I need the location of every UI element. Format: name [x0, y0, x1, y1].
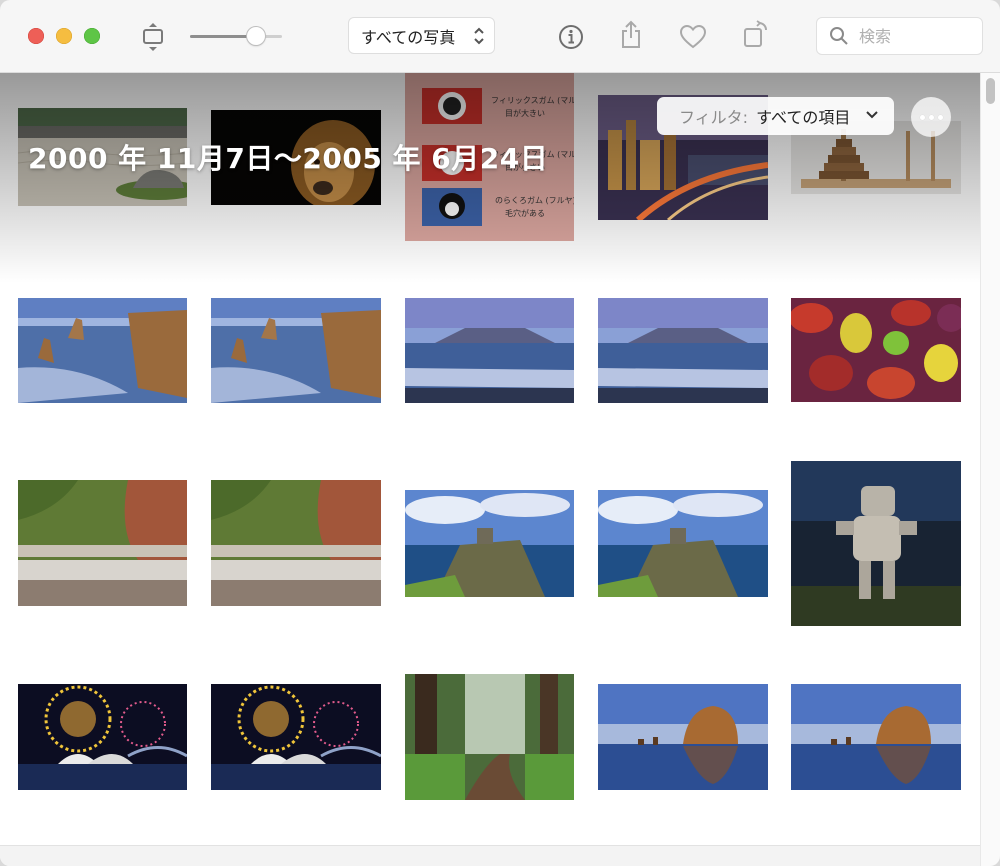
bottom-edge [0, 845, 980, 866]
minimize-window-button[interactable] [56, 28, 72, 44]
more-options-button[interactable] [911, 97, 951, 137]
photo-thumbnail[interactable] [791, 298, 961, 402]
table-mountain-image [598, 298, 768, 403]
view-selector-label: すべての写真 [361, 27, 456, 47]
date-range-title: 2000 年 11月7日〜2005 年 6月24日 [28, 142, 549, 175]
more-dot [937, 114, 943, 120]
photo-thumbnail[interactable] [405, 298, 574, 403]
photo-thumbnail[interactable] [211, 684, 381, 790]
autumn-leaves-image [791, 298, 961, 402]
close-window-button[interactable] [28, 28, 44, 44]
label-text: 目が大きい [505, 108, 545, 118]
forest-path-image [405, 674, 574, 800]
waterfall-canyon-image [18, 480, 187, 606]
rotate-icon[interactable] [742, 20, 770, 50]
label-text: 毛穴がある [505, 208, 545, 218]
photo-thumbnail[interactable] [791, 684, 961, 790]
more-dot [928, 114, 934, 120]
share-icon[interactable] [618, 20, 644, 50]
label-text: のらくろガム (フルヤ) [495, 195, 574, 205]
table-mountain-image [405, 298, 574, 403]
fireworks-opera-house-image [18, 684, 187, 790]
toolbar: すべての写真 [0, 0, 1000, 73]
haystack-rock-image [791, 684, 961, 790]
label-text: フィリックスガム (マルカワ) [491, 95, 574, 105]
fireworks-opera-house-image [211, 684, 381, 790]
photo-thumbnail[interactable] [598, 490, 768, 597]
photo-thumbnail[interactable] [598, 684, 768, 790]
favorite-heart-icon[interactable] [679, 24, 707, 50]
view-selector-popup[interactable]: すべての写真 [348, 17, 495, 54]
coastal-ruins-image [405, 490, 574, 597]
photo-thumbnail[interactable] [18, 480, 187, 606]
toggle-view-icon[interactable] [140, 22, 166, 52]
coastal-ruins-image [598, 490, 768, 597]
scrollbar-thumb[interactable] [986, 78, 995, 104]
waterfall-canyon-image [211, 480, 381, 606]
vertical-scrollbar[interactable] [980, 73, 1000, 866]
photo-thumbnail[interactable] [791, 461, 961, 626]
twelve-apostles-image [211, 298, 381, 403]
twelve-apostles-image [18, 298, 187, 403]
search-field[interactable] [816, 17, 983, 55]
photo-thumbnail[interactable] [405, 674, 574, 800]
photo-thumbnail[interactable] [211, 480, 381, 606]
zoom-slider-knob[interactable] [247, 27, 265, 45]
filter-value: すべての項目 [756, 108, 851, 127]
photo-thumbnail[interactable] [18, 298, 187, 403]
up-down-chevron-icon [472, 26, 486, 50]
photo-thumbnail[interactable] [598, 298, 768, 403]
search-icon [829, 26, 849, 46]
photo-thumbnail[interactable] [18, 684, 187, 790]
info-icon[interactable] [557, 23, 584, 50]
photo-thumbnail[interactable] [405, 490, 574, 597]
photos-window: すべての写真 検索 フィリックスガム (マル 目が大きい フィリックスガム (マ… [0, 0, 1000, 866]
photo-grid: フィリックスガム (マルカワ) 目が大きい フィリックスガム (マルカワ) 目が… [0, 73, 980, 866]
chevron-down-icon [864, 107, 880, 127]
filter-button[interactable]: フィルタ: すべての項目 [657, 97, 894, 135]
search-input[interactable] [857, 26, 976, 47]
robot-figure-image [791, 461, 961, 626]
zoom-window-button[interactable] [84, 28, 100, 44]
more-dot [919, 114, 925, 120]
haystack-rock-image [598, 684, 768, 790]
photo-thumbnail[interactable] [211, 298, 381, 403]
zoom-slider[interactable] [190, 26, 282, 46]
filter-label: フィルタ: [679, 108, 749, 127]
